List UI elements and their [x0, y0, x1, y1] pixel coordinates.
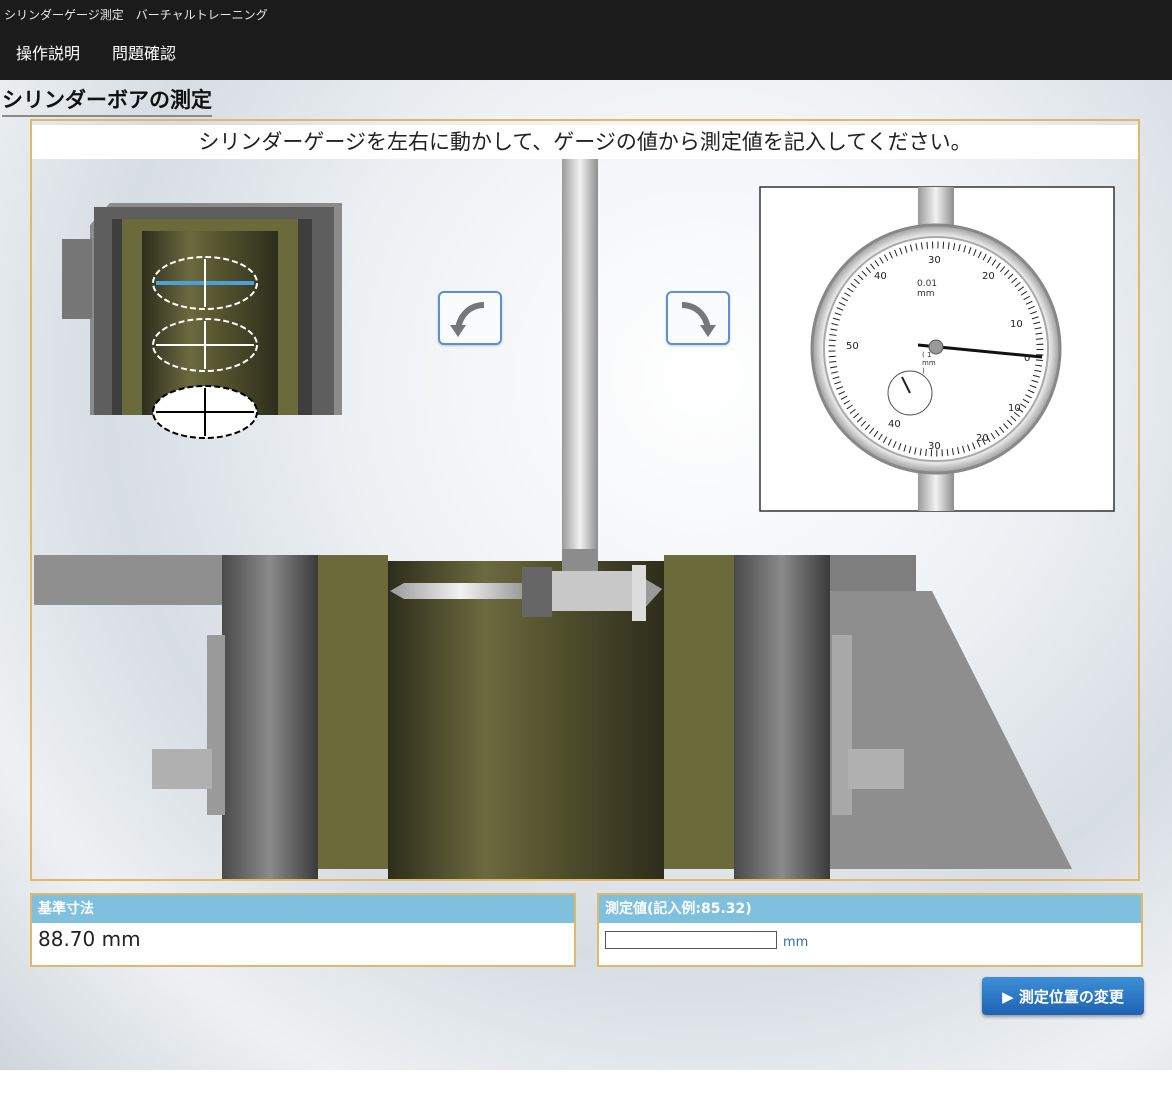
instruction-text: シリンダーゲージを左右に動かして、ゲージの値から測定値を記入してください。 [32, 125, 1138, 159]
dial-label-40b: 40 [874, 271, 887, 282]
cylinder-gauge-rod [390, 159, 662, 621]
page-title: シリンダーボアの測定 [2, 84, 212, 117]
dial-label-10b: 10 [1010, 319, 1023, 330]
dial-label-10: 10 [1008, 403, 1021, 414]
dial-label-20: 20 [976, 433, 989, 444]
menu-bar: 操作説明 問題確認 [16, 40, 176, 64]
reference-dimension-label: 基準寸法 [32, 895, 574, 923]
reference-dimension-value: 88.70 mm [38, 927, 141, 951]
menu-item-instructions[interactable]: 操作説明 [16, 40, 80, 64]
change-measurement-position-button[interactable]: ▶ 測定位置の変更 [982, 977, 1144, 1015]
app-title: シリンダーゲージ測定 バーチャルトレーニング [4, 8, 268, 22]
dial-sub-label: ( 1 mm ) [922, 351, 936, 375]
dial-label-50: 50 [846, 341, 859, 352]
dial-label-30: 30 [928, 441, 941, 452]
bore-direction-diagram [62, 203, 342, 439]
rotate-left-icon [450, 302, 485, 337]
dial-gauge [759, 186, 1115, 512]
dial-label-30b: 30 [928, 255, 941, 266]
page-bottom [0, 1070, 1172, 1112]
rotate-right-icon [681, 302, 716, 337]
rotate-right-button[interactable] [666, 291, 730, 345]
dial-label-0: 0 [1024, 353, 1031, 364]
menu-item-problem-check[interactable]: 問題確認 [112, 40, 176, 64]
measurement-unit: mm [783, 935, 809, 950]
measurement-input[interactable] [605, 931, 777, 949]
reference-dimension-panel: 基準寸法 88.70 mm [30, 893, 576, 967]
cylinder-scene-illustration [34, 159, 1115, 879]
simulation-frame: シリンダーゲージを左右に動かして、ゲージの値から測定値を記入してください。 0.… [30, 119, 1140, 881]
dial-label-20b: 20 [982, 271, 995, 282]
rotate-left-button[interactable] [438, 291, 502, 345]
top-bar: シリンダーゲージ測定 バーチャルトレーニング 操作説明 問題確認 [0, 0, 1172, 80]
dial-unit-label: 0.01 mm [917, 279, 938, 299]
measurement-panel: 測定値(記入例:85.32) mm [597, 893, 1143, 967]
dial-label-40: 40 [888, 419, 901, 430]
measurement-label: 測定値(記入例:85.32) [599, 895, 1141, 923]
simulation-scene: 0.01 mm ( 1 mm ) 0 10 20 30 40 50 40 30 … [32, 159, 1138, 879]
